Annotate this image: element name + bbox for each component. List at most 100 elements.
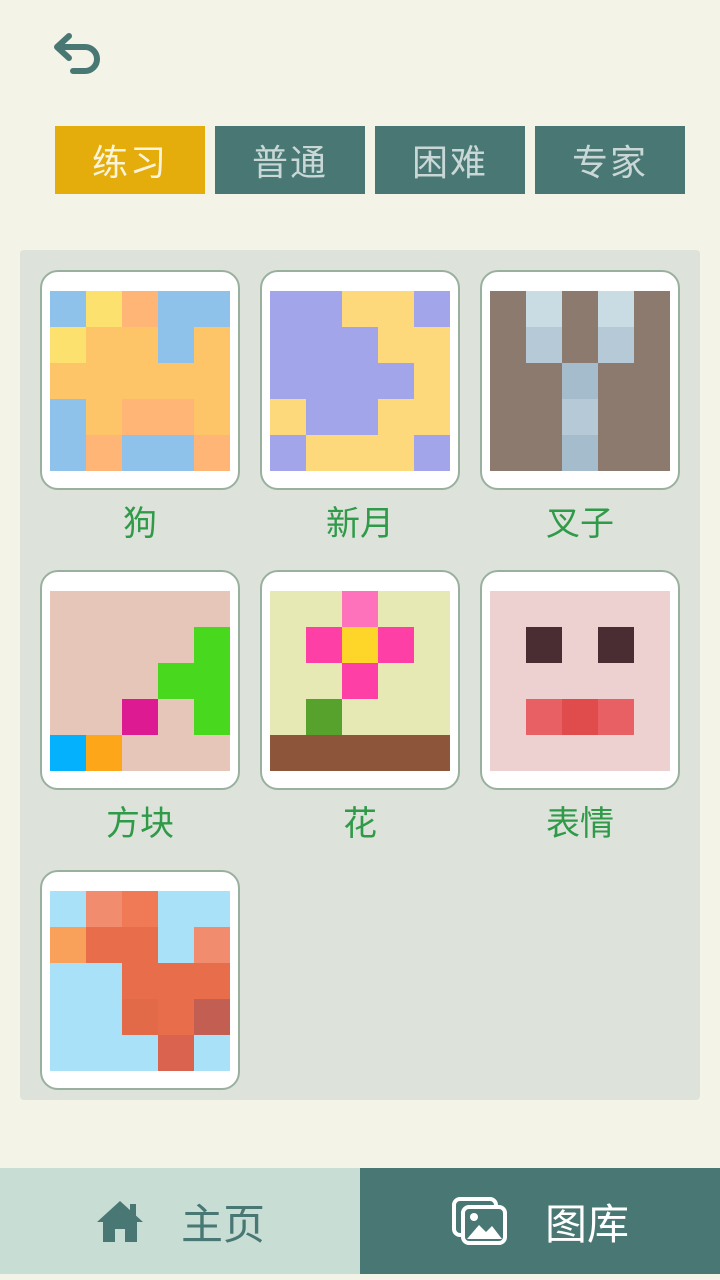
pixel-cell	[490, 591, 526, 627]
pixel-cell	[194, 591, 230, 627]
pixel-cell	[50, 999, 86, 1035]
pixel-cell	[414, 435, 450, 471]
pixel-cell	[342, 699, 378, 735]
pixel-cell	[158, 735, 194, 771]
pixel-cell	[562, 663, 598, 699]
nav-gallery-button[interactable]: 图库	[360, 1168, 720, 1274]
pixel-cell	[158, 363, 194, 399]
pixel-cell	[490, 627, 526, 663]
pixel-cell	[414, 291, 450, 327]
pixel-cell	[306, 327, 342, 363]
pixel-cell	[86, 663, 122, 699]
pixel-cell	[122, 399, 158, 435]
pixel-cell	[378, 327, 414, 363]
pixel-cell	[270, 663, 306, 699]
tab-hard[interactable]: 困难	[375, 126, 525, 194]
pixel-cell	[194, 1035, 230, 1071]
pixel-cell	[270, 435, 306, 471]
pixel-cell	[270, 363, 306, 399]
pixel-cell	[490, 735, 526, 771]
pixel-cell	[414, 363, 450, 399]
pixel-cell	[86, 999, 122, 1035]
pixel-cell	[562, 591, 598, 627]
pixel-cell	[306, 699, 342, 735]
pixel-cell	[194, 627, 230, 663]
pixel-cell	[306, 735, 342, 771]
pixel-cell	[270, 291, 306, 327]
pixel-cell	[194, 291, 230, 327]
pixel-cell	[122, 663, 158, 699]
puzzle-card-crescent[interactable]: 新月	[260, 270, 460, 550]
puzzle-gallery-panel: 狗 新月 叉子 方块 花 表情	[20, 250, 700, 1100]
pixel-grid	[490, 291, 670, 471]
pixel-cell	[414, 735, 450, 771]
pixel-cell	[490, 291, 526, 327]
pixel-cell	[342, 435, 378, 471]
pixel-cell	[158, 963, 194, 999]
pixel-cell	[342, 735, 378, 771]
pixel-cell	[598, 663, 634, 699]
pixel-cell	[598, 699, 634, 735]
pixel-cell	[86, 927, 122, 963]
puzzle-thumbnail	[40, 270, 240, 490]
nav-gallery-label: 图库	[544, 1199, 629, 1249]
pixel-cell	[634, 627, 670, 663]
pixel-cell	[490, 699, 526, 735]
pixel-cell	[122, 1035, 158, 1071]
pixel-grid	[270, 591, 450, 771]
pixel-cell	[194, 999, 230, 1035]
tab-normal[interactable]: 普通	[215, 126, 365, 194]
pixel-cell	[526, 327, 562, 363]
tab-practice[interactable]: 练习	[55, 126, 205, 194]
pixel-cell	[634, 327, 670, 363]
puzzle-card-bird[interactable]	[40, 870, 240, 1090]
pixel-cell	[86, 627, 122, 663]
pixel-cell	[490, 399, 526, 435]
pixel-cell	[50, 399, 86, 435]
pixel-cell	[50, 699, 86, 735]
puzzle-card-face[interactable]: 表情	[480, 570, 680, 850]
puzzle-thumbnail	[40, 570, 240, 790]
pixel-cell	[158, 627, 194, 663]
pixel-cell	[158, 591, 194, 627]
pixel-cell	[342, 591, 378, 627]
pixel-cell	[86, 291, 122, 327]
pixel-cell	[634, 663, 670, 699]
pixel-cell	[122, 735, 158, 771]
pixel-grid	[50, 591, 230, 771]
pixel-cell	[306, 591, 342, 627]
pixel-cell	[122, 927, 158, 963]
puzzle-card-blocks[interactable]: 方块	[40, 570, 240, 850]
puzzle-label: 表情	[546, 804, 614, 844]
puzzle-thumbnail	[260, 270, 460, 490]
pixel-grid	[270, 291, 450, 471]
pixel-cell	[86, 591, 122, 627]
home-icon	[95, 1198, 145, 1244]
pixel-cell	[86, 735, 122, 771]
pixel-cell	[490, 435, 526, 471]
puzzle-card-dog[interactable]: 狗	[40, 270, 240, 550]
puzzle-card-fork[interactable]: 叉子	[480, 270, 680, 550]
pixel-cell	[194, 663, 230, 699]
puzzle-card-flower[interactable]: 花	[260, 570, 460, 850]
pixel-cell	[194, 891, 230, 927]
pixel-cell	[270, 699, 306, 735]
pixel-cell	[194, 927, 230, 963]
tab-expert[interactable]: 专家	[535, 126, 685, 194]
pixel-cell	[562, 699, 598, 735]
pixel-cell	[598, 291, 634, 327]
back-button[interactable]	[44, 26, 110, 80]
pixel-cell	[306, 627, 342, 663]
pixel-cell	[342, 291, 378, 327]
pixel-cell	[158, 435, 194, 471]
nav-home-button[interactable]: 主页	[0, 1168, 360, 1274]
puzzle-thumbnail	[260, 570, 460, 790]
pixel-cell	[158, 699, 194, 735]
pixel-cell	[634, 291, 670, 327]
pixel-cell	[634, 363, 670, 399]
pixel-cell	[598, 627, 634, 663]
pixel-cell	[194, 327, 230, 363]
pixel-cell	[86, 1035, 122, 1071]
pixel-cell	[158, 663, 194, 699]
pixel-cell	[378, 735, 414, 771]
